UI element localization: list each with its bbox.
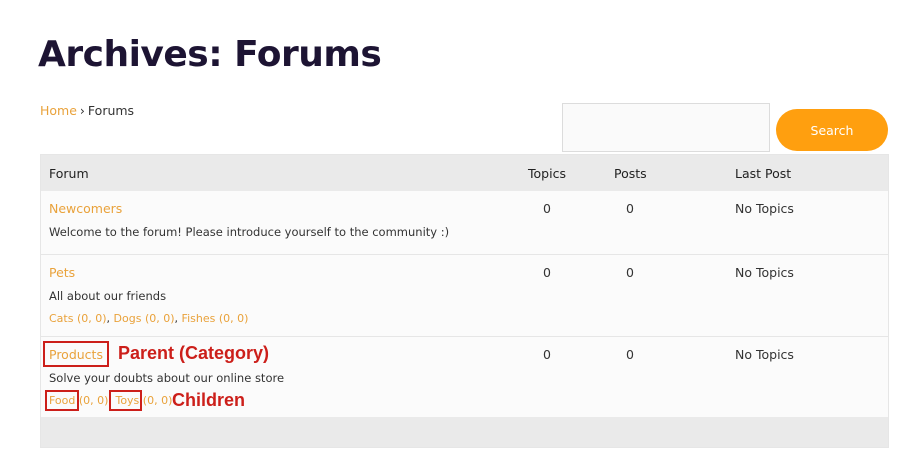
subforum-list: Cats (0, 0), Dogs (0, 0), Fishes (0, 0) — [49, 312, 249, 325]
header-posts: Posts — [614, 166, 647, 181]
header-topics: Topics — [528, 166, 566, 181]
subforum-name: Dogs — [113, 312, 142, 325]
search-button[interactable]: Search — [776, 109, 888, 151]
annotation-box-parent — [43, 341, 109, 367]
subforum-counts: (0, 0) — [139, 394, 173, 407]
annotation-children-label: Children — [172, 390, 246, 410]
topics-count: 0 — [543, 201, 551, 216]
annotation-box-child-toys — [109, 390, 142, 411]
table-row: Newcomers Welcome to the forum! Please i… — [41, 191, 888, 255]
topics-count: 0 — [543, 265, 551, 280]
forum-description: Solve your doubts about our online store — [49, 371, 285, 385]
header-forum: Forum — [49, 166, 89, 181]
last-post: No Topics — [735, 265, 794, 280]
page-title: Archives: Forums — [38, 34, 382, 75]
table-header: Forum Topics Posts Last Post — [41, 155, 888, 191]
forum-description: All about our friends — [49, 289, 167, 303]
forum-table: Forum Topics Posts Last Post Newcomers W… — [40, 154, 889, 448]
breadcrumb-separator: › — [79, 103, 85, 118]
breadcrumb-home-link[interactable]: Home — [40, 103, 77, 118]
subforum-link-fishes[interactable]: Fishes (0, 0) — [182, 312, 249, 325]
table-footer — [41, 417, 888, 447]
breadcrumb: Home › Forums — [40, 103, 134, 118]
search-input[interactable] — [562, 103, 770, 152]
subforum-name: Cats — [49, 312, 74, 325]
last-post: No Topics — [735, 347, 794, 362]
header-last-post: Last Post — [735, 166, 792, 181]
annotation-parent-label: Parent (Category) — [118, 343, 270, 363]
subforum-name: Fishes — [181, 312, 216, 325]
forum-description: Welcome to the forum! Please introduce y… — [49, 225, 450, 239]
table-row: Pets All about our friends Cats (0, 0), … — [41, 255, 888, 337]
last-post: No Topics — [735, 201, 794, 216]
subforum-link-cats[interactable]: Cats (0, 0) — [49, 312, 107, 325]
posts-count: 0 — [626, 347, 634, 362]
page: Archives: Forums Home › Forums Search Foru… — [0, 0, 910, 473]
subforum-counts: (0, 0) — [215, 312, 249, 325]
posts-count: 0 — [626, 265, 634, 280]
subforum-counts: (0, 0) — [75, 394, 109, 407]
subforum-counts: (0, 0) — [73, 312, 107, 325]
breadcrumb-current: Forums — [87, 103, 135, 118]
forum-link-pets[interactable]: Pets — [49, 265, 75, 280]
forum-link-newcomers[interactable]: Newcomers — [49, 201, 122, 216]
subforum-link-dogs[interactable]: Dogs (0, 0) — [114, 312, 175, 325]
posts-count: 0 — [626, 201, 634, 216]
topics-count: 0 — [543, 347, 551, 362]
subforum-counts: (0, 0) — [141, 312, 175, 325]
annotation-box-child-food — [45, 390, 79, 411]
